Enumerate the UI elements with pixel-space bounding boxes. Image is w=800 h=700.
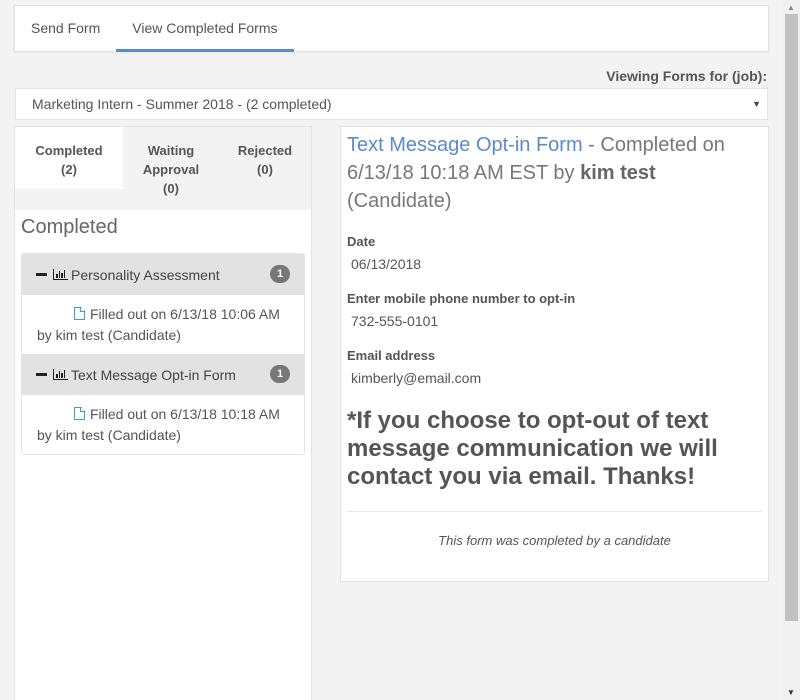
form-entry[interactable]: Filled out on 6/13/18 10:06 AM by kim te… — [22, 295, 304, 354]
field-email: Email address kimberly@email.com — [347, 348, 762, 386]
field-date: Date 06/13/2018 — [347, 234, 762, 272]
completed-by: kim test — [580, 162, 656, 184]
status-tab-label: Rejected — [237, 143, 293, 158]
document-icon — [74, 407, 85, 420]
completed-role: (Candidate) — [347, 190, 452, 212]
tab-send-form[interactable]: Send Form — [15, 6, 116, 52]
bar-chart-icon — [53, 269, 68, 280]
status-tab-rejected[interactable]: Rejected (0) — [219, 127, 311, 210]
form-entry[interactable]: Filled out on 6/13/18 10:18 AM by kim te… — [22, 395, 304, 454]
scrollbar-thumb[interactable] — [785, 14, 798, 621]
form-entry-line1: Filled out on 6/13/18 10:18 AM — [90, 406, 280, 422]
scroll-up-arrow-icon[interactable]: ▲ — [787, 3, 795, 12]
job-filter-label: Viewing Forms for (job): — [606, 68, 767, 84]
job-select[interactable]: Marketing Intern - Summer 2018 - (2 comp… — [15, 88, 768, 120]
status-tab-label: Completed — [35, 143, 103, 158]
count-badge: 1 — [270, 265, 290, 283]
field-mobile-phone: Enter mobile phone number to opt-in 732-… — [347, 291, 762, 329]
form-entry-line2: by kim test (Candidate) — [37, 427, 181, 443]
divider — [347, 511, 762, 512]
scroll-down-arrow-icon[interactable]: ▼ — [787, 688, 795, 697]
field-value: kimberly@email.com — [351, 370, 482, 386]
status-tab-label: Waiting Approval — [142, 143, 200, 177]
status-tab-count: (2) — [61, 162, 77, 177]
field-value: 06/13/2018 — [351, 256, 422, 272]
form-group-title: Personality Assessment — [71, 266, 220, 283]
count-badge: 1 — [270, 365, 290, 383]
document-icon — [74, 307, 85, 320]
field-label: Enter mobile phone number to opt-in — [347, 291, 576, 306]
status-tab-count: (0) — [257, 162, 273, 177]
tab-view-completed-forms[interactable]: View Completed Forms — [116, 6, 294, 52]
form-group-header[interactable]: Personality Assessment 1 — [22, 254, 304, 295]
forms-list-panel: Completed (2) Waiting Approval (0) Rejec… — [14, 126, 312, 700]
form-group-title: Text Message Opt-in Form — [71, 366, 236, 383]
form-group-header[interactable]: Text Message Opt-in Form 1 — [22, 354, 304, 395]
page-scrollbar[interactable]: ▲ ▼ — [783, 0, 800, 700]
collapse-minus-icon[interactable] — [36, 373, 47, 376]
form-detail-panel: Text Message Opt-in Form - Completed on … — [340, 126, 769, 582]
top-navigation: Send Form View Completed Forms — [14, 5, 769, 52]
field-label: Email address — [347, 348, 436, 363]
completion-note: This form was completed by a candidate — [438, 533, 671, 548]
job-select-value: Marketing Intern - Summer 2018 - (2 comp… — [32, 96, 332, 112]
opt-out-notice: *If you choose to opt-out of text messag… — [347, 407, 718, 490]
field-value: 732-555-0101 — [351, 313, 439, 329]
form-name-link[interactable]: Text Message Opt-in Form — [347, 134, 583, 156]
status-tab-waiting-approval[interactable]: Waiting Approval (0) — [123, 127, 219, 210]
status-tab-count: (0) — [163, 181, 179, 196]
status-tab-completed[interactable]: Completed (2) — [15, 127, 123, 189]
collapse-minus-icon[interactable] — [36, 273, 47, 276]
section-title: Completed — [21, 216, 118, 238]
form-entry-line2: by kim test (Candidate) — [37, 327, 181, 343]
status-tabs: Completed (2) Waiting Approval (0) Rejec… — [15, 127, 311, 210]
bar-chart-icon — [53, 369, 68, 380]
field-label: Date — [347, 234, 376, 249]
caret-down-icon: ▼ — [752, 99, 761, 109]
form-entry-line1: Filled out on 6/13/18 10:06 AM — [90, 306, 280, 322]
form-detail-title: Text Message Opt-in Form - Completed on … — [347, 131, 762, 215]
form-group-list: Personality Assessment 1 Filled out on 6… — [21, 253, 305, 455]
